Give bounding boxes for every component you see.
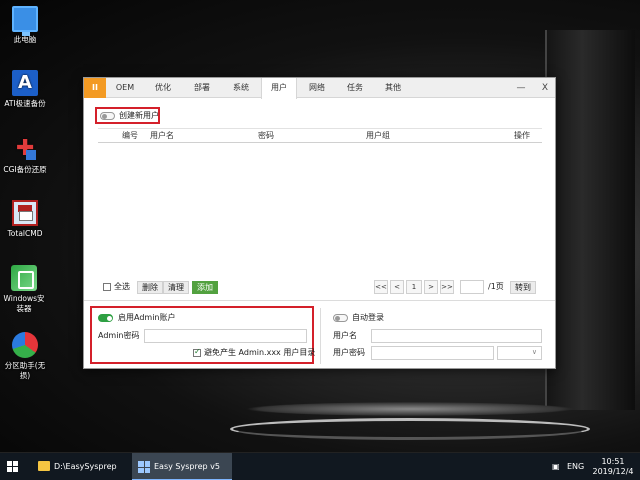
- clock-date: 2019/12/4: [592, 467, 634, 476]
- taskbar-item-explorer[interactable]: D:\EasySysprep: [32, 453, 128, 480]
- tray-image-icon[interactable]: ▣: [552, 453, 560, 480]
- admin-password-label: Admin密码: [98, 331, 140, 340]
- section-divider: [84, 300, 555, 301]
- desktop-icon-totalcmd[interactable]: TotalCMD: [0, 200, 50, 239]
- tab-network[interactable]: 网络: [299, 78, 335, 98]
- monitor-wallpaper: [545, 30, 635, 410]
- start-button[interactable]: [7, 461, 19, 473]
- minimize-button[interactable]: —: [510, 78, 532, 98]
- column-password: 密码: [258, 131, 274, 140]
- enable-admin-toggle[interactable]: [98, 314, 113, 322]
- autologin-toggle[interactable]: [333, 314, 348, 322]
- clear-button[interactable]: 清理: [163, 281, 189, 294]
- desktop-icon-partition-assistant[interactable]: 分区助手(无损): [0, 332, 50, 381]
- create-user-label: 创建新用户: [119, 111, 159, 120]
- easysysprep-window: II OEM 优化 部署 系统 用户 网络 任务 其他 — X 创建新用户 编号…: [83, 77, 556, 369]
- select-all-label: 全选: [114, 282, 130, 291]
- desktop-icon-label: TotalCMD: [7, 229, 43, 238]
- column-group: 用户组: [366, 131, 390, 140]
- add-button[interactable]: 添加: [192, 281, 218, 294]
- folder-icon: [38, 461, 50, 471]
- tab-user[interactable]: 用户: [261, 78, 297, 99]
- total-pages-label: /1页: [488, 282, 504, 291]
- last-page-button[interactable]: >>: [440, 280, 454, 294]
- tab-optimize[interactable]: 优化: [145, 78, 181, 98]
- clock-time: 10:51: [601, 457, 625, 466]
- select-all-checkbox[interactable]: [103, 283, 111, 291]
- tab-other[interactable]: 其他: [375, 78, 411, 98]
- totalcmd-icon: [12, 200, 38, 226]
- close-button[interactable]: X: [534, 78, 556, 98]
- app-window-icon: [138, 461, 150, 473]
- avoid-admin-dir-checkbox[interactable]: [193, 347, 201, 357]
- taskbar: D:\EasySysprep Easy Sysprep v5 -... ▣ EN…: [0, 452, 640, 480]
- desktop-icon-cgi-restore[interactable]: ✚ CGI备份还原: [0, 136, 50, 175]
- desktop-icon-label: ATI极速备份: [4, 99, 46, 108]
- desktop-icon-this-pc[interactable]: 此电脑: [0, 6, 50, 45]
- partition-assistant-icon: [12, 332, 38, 358]
- avoid-admin-dir-label: 避免产生 Admin.xxx 用户目录: [204, 348, 316, 357]
- admin-password-input[interactable]: [144, 329, 307, 343]
- prev-page-button[interactable]: <: [390, 280, 404, 294]
- windows-logo-icon: [7, 461, 12, 466]
- user-table: [98, 128, 542, 278]
- desktop-icon-windows-installer[interactable]: Windows安装器: [0, 265, 48, 314]
- page-number-input[interactable]: [460, 280, 484, 294]
- tab-deploy[interactable]: 部署: [184, 78, 220, 98]
- desktop-icon-label: Windows安装器: [3, 294, 45, 313]
- tray-language[interactable]: ENG: [567, 453, 584, 480]
- ati-backup-icon: A: [12, 70, 38, 96]
- create-user-toggle[interactable]: [100, 112, 115, 120]
- autologin-password-input[interactable]: [371, 346, 494, 360]
- taskbar-item-label: Easy Sysprep v5 -...: [154, 462, 220, 471]
- taskbar-item-label: D:\EasySysprep: [54, 462, 117, 471]
- column-username: 用户名: [150, 131, 174, 140]
- desktop-icon-label: 分区助手(无损): [4, 361, 46, 380]
- windows-installer-icon: [11, 265, 37, 291]
- next-page-button[interactable]: >: [424, 280, 438, 294]
- desktop-icon-ati-backup[interactable]: A ATI极速备份: [0, 70, 50, 109]
- first-page-button[interactable]: <<: [374, 280, 388, 294]
- chevron-down-icon: ∨: [531, 348, 537, 356]
- monitor-base-wallpaper: [230, 418, 590, 440]
- cgi-restore-icon: ✚: [16, 136, 36, 161]
- app-logo: II: [84, 78, 106, 98]
- autologin-dropdown[interactable]: ∨: [497, 346, 542, 360]
- current-page[interactable]: 1: [406, 280, 422, 294]
- column-action: 操作: [514, 131, 530, 140]
- autologin-username-input[interactable]: [371, 329, 542, 343]
- delete-button[interactable]: 删除: [137, 281, 163, 294]
- goto-page-button[interactable]: 转到: [510, 281, 536, 294]
- user-table-header: 编号 用户名 密码 用户组 操作: [98, 128, 542, 143]
- monitor-stand-wallpaper: [245, 402, 575, 416]
- tab-bar: II OEM 优化 部署 系统 用户 网络 任务 其他 — X: [84, 78, 556, 99]
- autologin-password-label: 用户密码: [333, 348, 365, 357]
- computer-icon: [12, 6, 38, 36]
- taskbar-clock[interactable]: 10:51 2019/12/4: [590, 457, 636, 477]
- tab-oem[interactable]: OEM: [108, 78, 142, 98]
- taskbar-item-easysysprep[interactable]: Easy Sysprep v5 -...: [132, 453, 232, 480]
- column-index: 编号: [122, 131, 138, 140]
- desktop-icon-label: 此电脑: [13, 35, 37, 44]
- desktop-icon-label: CGI备份还原: [3, 165, 47, 174]
- autologin-username-label: 用户名: [333, 331, 357, 340]
- autologin-label: 自动登录: [352, 313, 384, 322]
- tab-system[interactable]: 系统: [223, 78, 259, 98]
- tab-task[interactable]: 任务: [337, 78, 373, 98]
- section-vdivider: [320, 308, 321, 364]
- enable-admin-label: 启用Admin账户: [118, 313, 176, 322]
